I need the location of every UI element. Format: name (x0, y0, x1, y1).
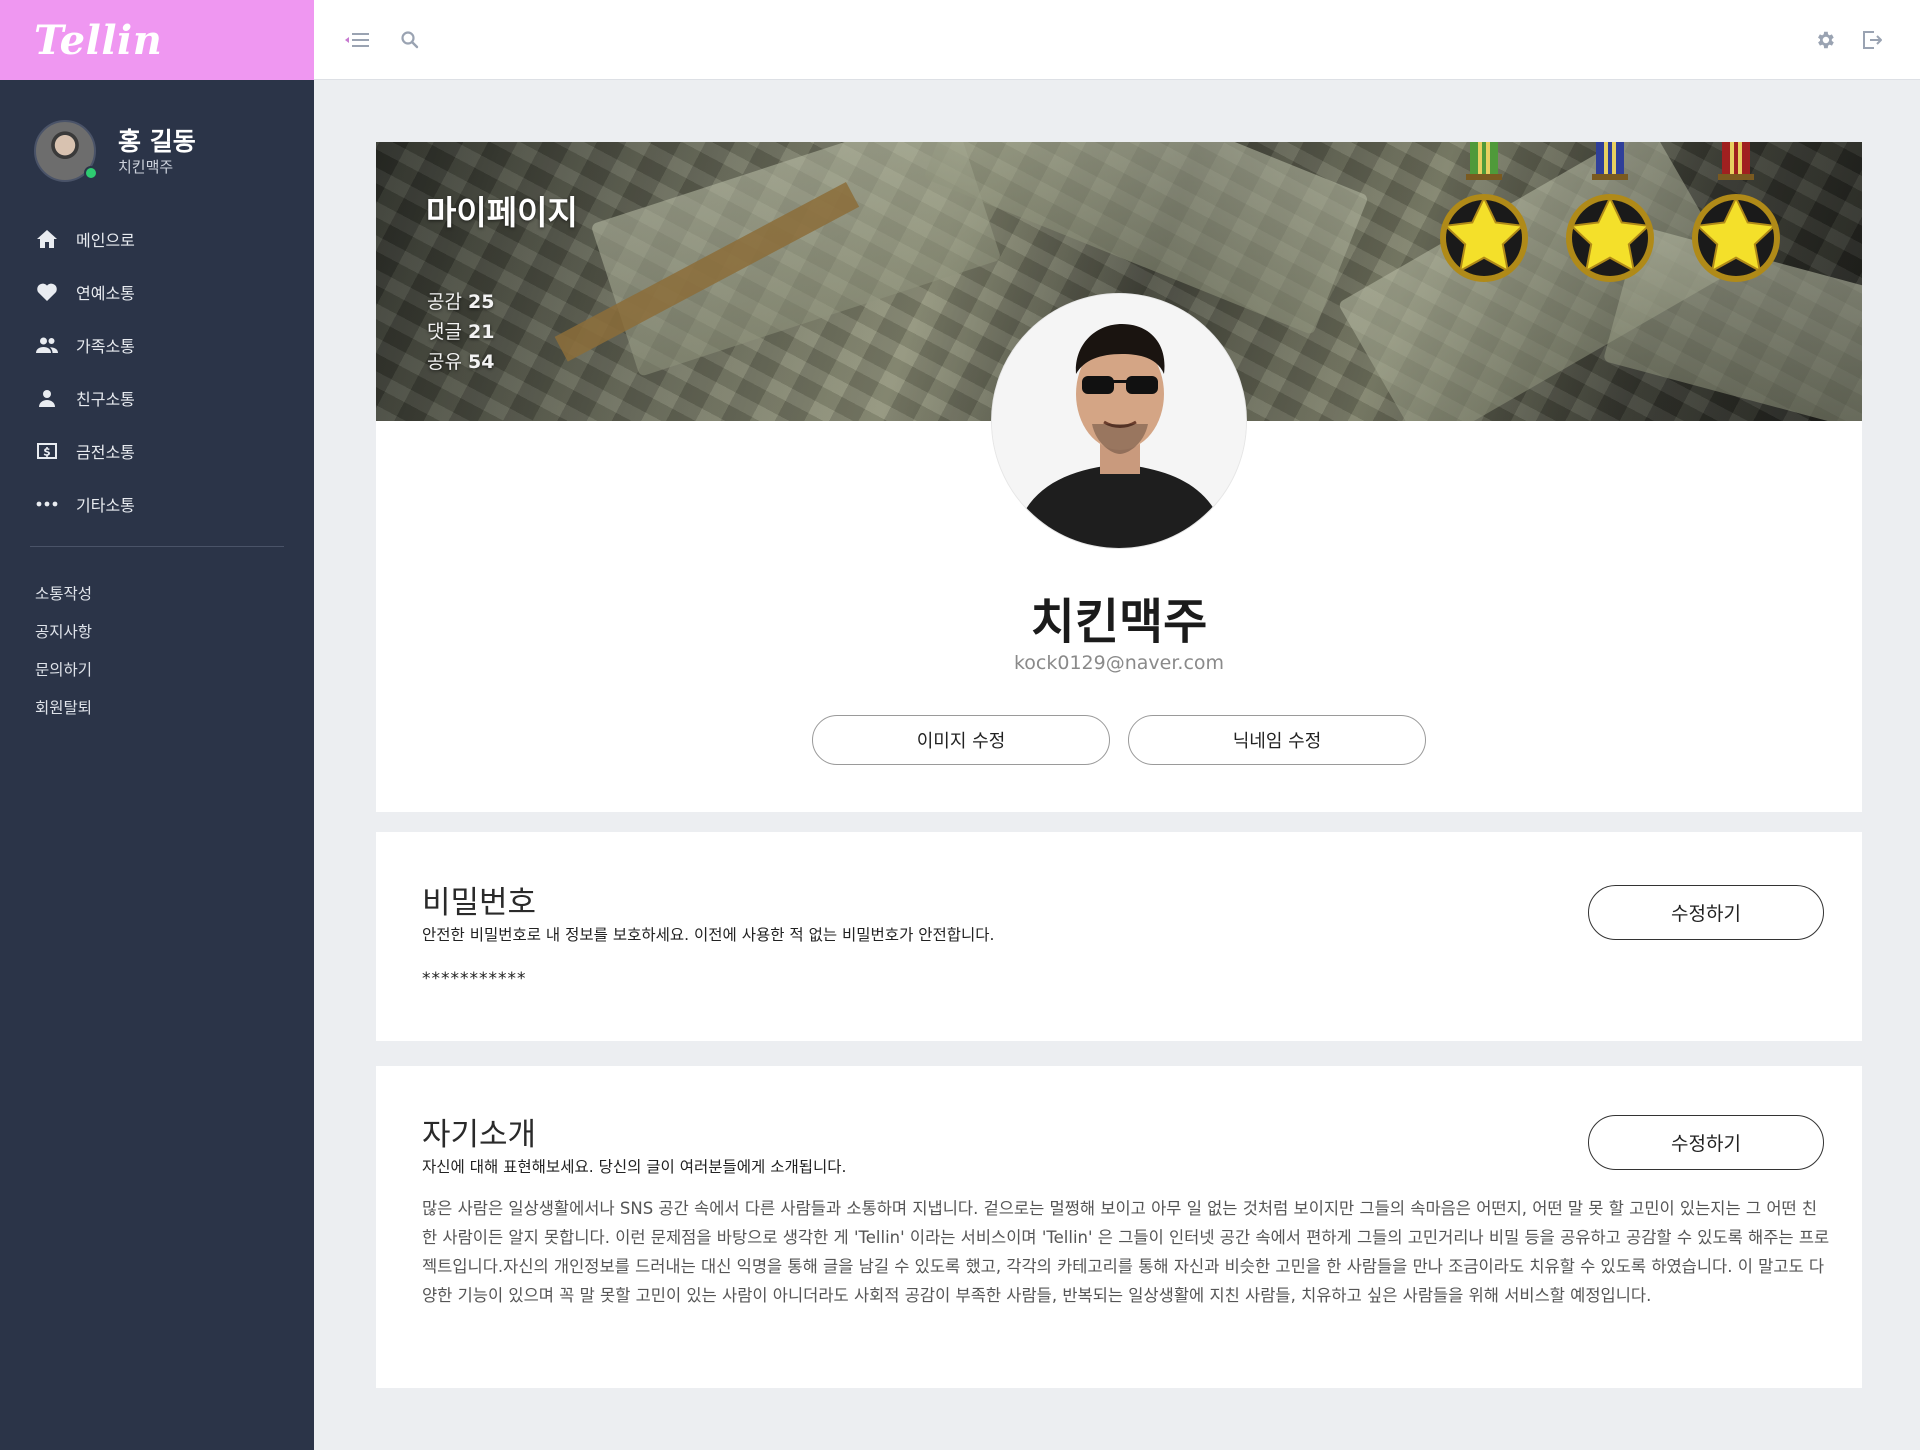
nav-item-label: 메인으로 (76, 230, 135, 250)
user-panel: 홍 길동 치킨맥주 (0, 80, 314, 184)
sub-nav-withdraw[interactable]: 회원탈퇴 (0, 689, 314, 727)
edit-nickname-button[interactable]: 닉네임 수정 (1128, 715, 1426, 765)
nav-divider (30, 546, 284, 547)
profile-email: kock0129@naver.com (1013, 652, 1225, 674)
password-description: 안전한 비밀번호로 내 정보를 보호하세요. 이전에 사용한 적 없는 비밀번호… (422, 926, 995, 944)
profile-card: 마이페이지 공감 25 댓글 21 공유 54 치킨맥주 kock0129@na… (376, 142, 1862, 812)
user-info: 홍 길동 치킨맥주 (118, 127, 196, 177)
money-icon (32, 439, 62, 463)
sub-nav-inquiry[interactable]: 문의하기 (0, 651, 314, 689)
profile-nickname: 치킨맥주 (1030, 594, 1208, 650)
logout-icon[interactable] (1860, 28, 1884, 52)
nav-item-label: 금전소통 (76, 442, 135, 462)
nav-item-label: 친구소통 (76, 389, 135, 409)
online-status-dot (84, 166, 98, 180)
nav-item-entertainment[interactable]: 연예소통 (0, 265, 314, 318)
nav-item-family[interactable]: 가족소통 (0, 318, 314, 371)
settings-icon[interactable] (1814, 28, 1836, 52)
stat-likes: 공감 25 (427, 291, 495, 313)
brand-logo[interactable]: Tellin (34, 17, 162, 64)
avatar[interactable] (34, 120, 98, 184)
page-title: 마이페이지 (426, 193, 578, 232)
people-icon (32, 333, 62, 357)
medal-icon-red (1688, 142, 1784, 292)
person-icon (32, 386, 62, 410)
sidebar: Tellin 홍 길동 치킨맥주 메인으로 연예소통 가족소통 친구소통 금전소… (0, 0, 314, 1450)
profile-photo[interactable] (991, 293, 1247, 549)
stat-comments: 댓글 21 (427, 321, 495, 343)
main-nav: 메인으로 연예소통 가족소통 친구소통 금전소통 기타소통 (0, 212, 314, 530)
user-name: 홍 길동 (118, 127, 196, 156)
topbar (314, 0, 1920, 80)
brand-header: Tellin (0, 0, 314, 80)
sub-nav-write[interactable]: 소통작성 (0, 575, 314, 613)
intro-body: 많은 사람은 일상생활에서나 SNS 공간 속에서 다른 사람들과 소통하며 지… (422, 1199, 1830, 1305)
stat-shares: 공유 54 (427, 351, 495, 373)
medal-icon-blue (1562, 142, 1658, 292)
intro-description: 자신에 대해 표현해보세요. 당신의 글이 여러분들에게 소개됩니다. (422, 1158, 847, 1176)
edit-intro-button[interactable]: 수정하기 (1588, 1115, 1824, 1170)
sub-nav: 소통작성 공지사항 문의하기 회원탈퇴 (0, 575, 314, 727)
nav-item-money[interactable]: 금전소통 (0, 424, 314, 477)
search-icon[interactable] (400, 28, 420, 52)
intro-title: 자기소개 (422, 1117, 537, 1153)
password-card: 비밀번호 안전한 비밀번호로 내 정보를 보호하세요. 이전에 사용한 적 없는… (376, 832, 1862, 1041)
nav-item-label: 기타소통 (76, 495, 135, 515)
medal-icon-green (1436, 142, 1532, 292)
edit-image-button[interactable]: 이미지 수정 (812, 715, 1110, 765)
nav-item-label: 연예소통 (76, 283, 135, 303)
password-masked-value: *********** (422, 969, 527, 989)
nav-item-home[interactable]: 메인으로 (0, 212, 314, 265)
menu-toggle-icon[interactable] (344, 28, 370, 52)
home-icon (32, 227, 62, 251)
sub-nav-notice[interactable]: 공지사항 (0, 613, 314, 651)
heart-icon (32, 280, 62, 304)
password-title: 비밀번호 (422, 885, 537, 921)
edit-password-button[interactable]: 수정하기 (1588, 885, 1824, 940)
nav-item-etc[interactable]: 기타소통 (0, 477, 314, 530)
nav-item-label: 가족소통 (76, 336, 135, 356)
user-nickname: 치킨맥주 (118, 158, 174, 176)
more-icon (32, 492, 62, 516)
profile-stats: 공감 25 댓글 21 공유 54 (427, 287, 494, 377)
intro-card: 자기소개 자신에 대해 표현해보세요. 당신의 글이 여러분들에게 소개됩니다.… (376, 1066, 1862, 1388)
nav-item-friends[interactable]: 친구소통 (0, 371, 314, 424)
